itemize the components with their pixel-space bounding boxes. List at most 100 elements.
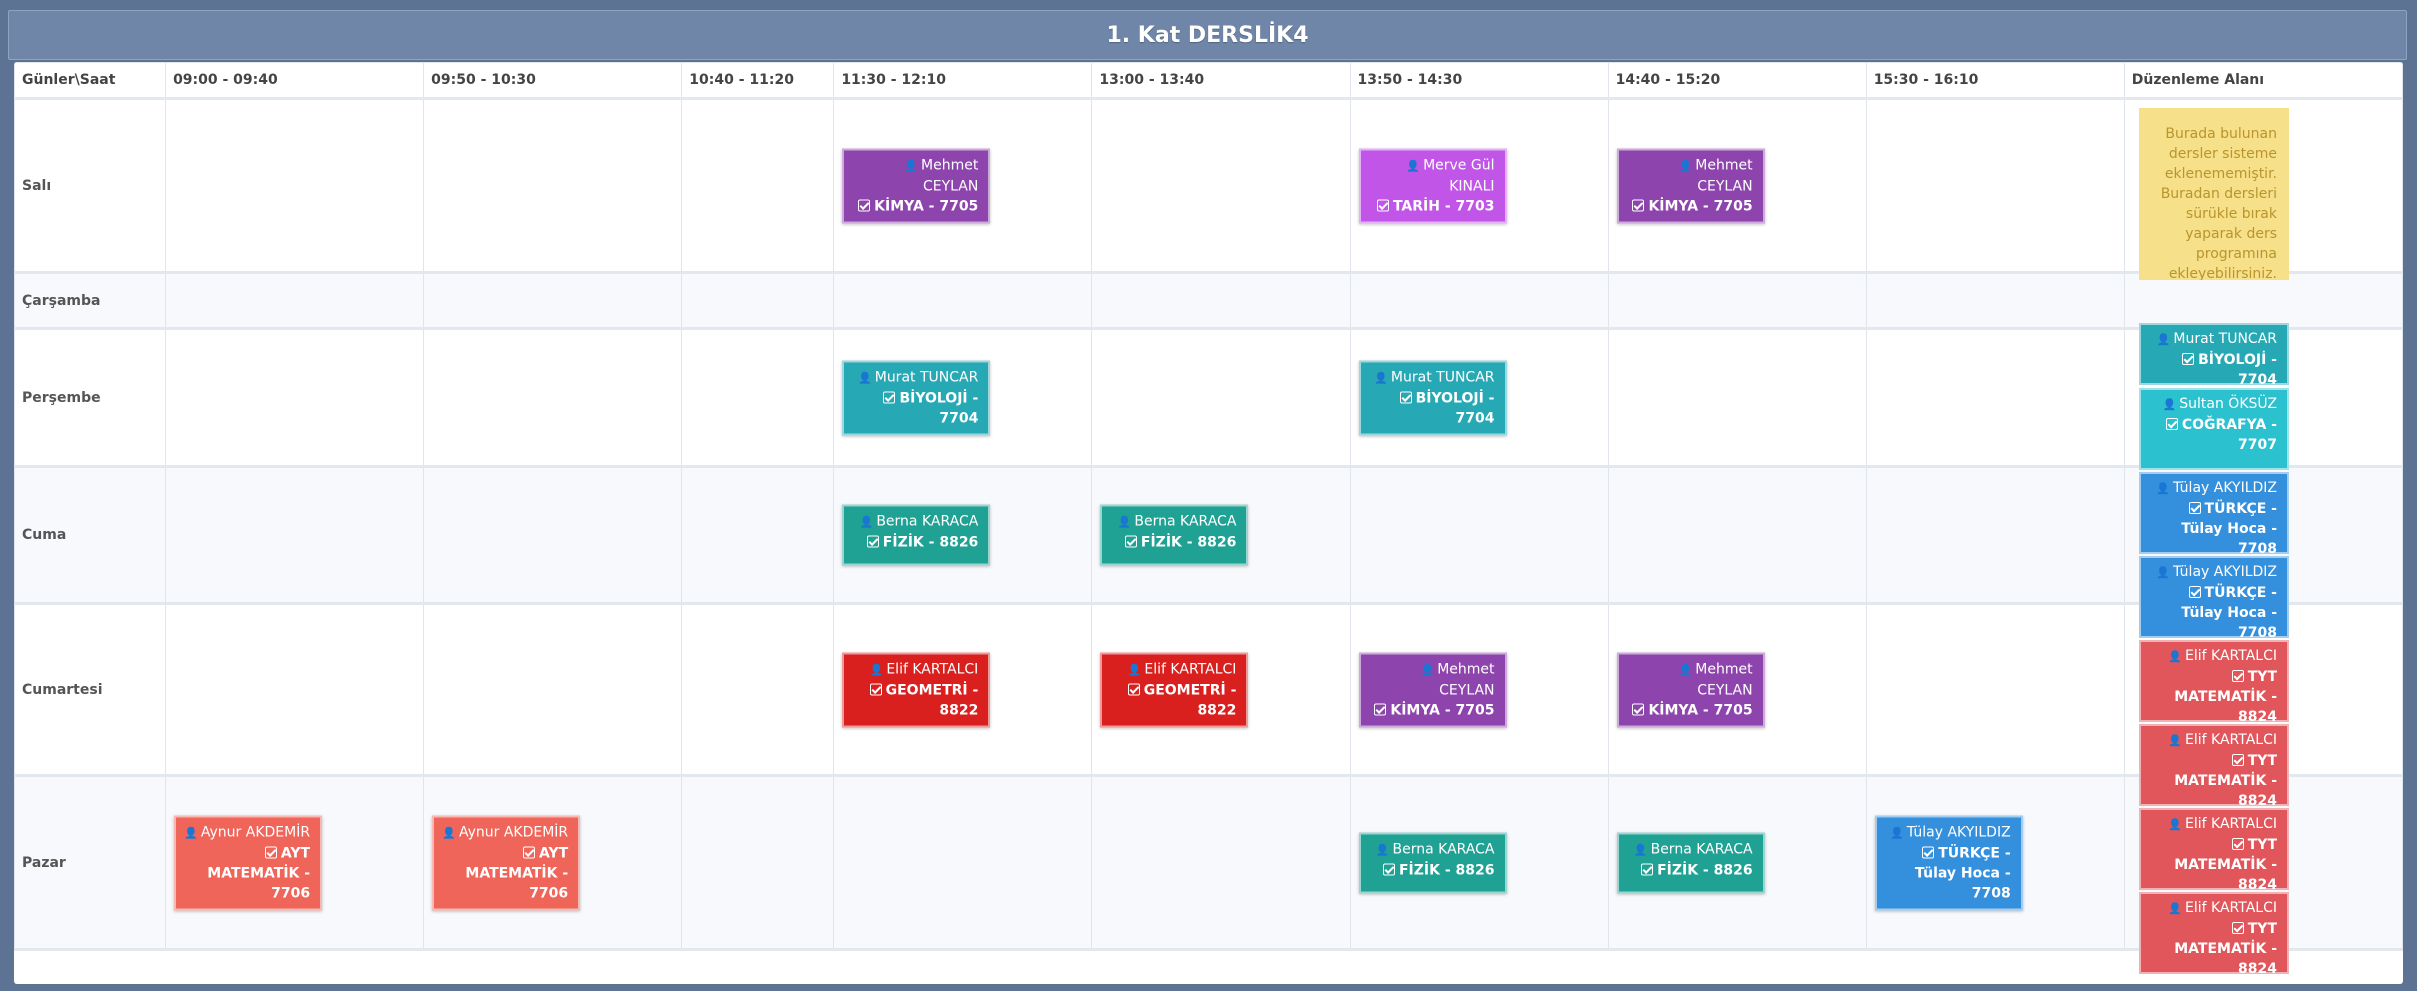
- edit-area-header: Düzenleme Alanı: [2123, 62, 2403, 100]
- lesson-card[interactable]: 👤 Elif KARTALCI GEOMETRİ - 8822: [842, 652, 991, 727]
- slot-cell[interactable]: [1091, 775, 1351, 950]
- user-icon: 👤: [1375, 843, 1390, 856]
- user-icon: 👤: [2168, 818, 2183, 831]
- slot-cell[interactable]: [423, 466, 683, 604]
- lesson-card[interactable]: 👤 Berna KARACA FİZİK - 8826: [1100, 504, 1249, 566]
- lesson-card[interactable]: 👤 Mehmet CEYLAN KİMYA - 7705: [1358, 652, 1507, 727]
- slot-cell[interactable]: [681, 328, 835, 467]
- corner-header: Günler\Saat: [14, 62, 167, 100]
- course-name: FİZİK - 8826: [882, 534, 979, 551]
- slot-cell[interactable]: 👤 Tülay AKYILDIZ TÜRKÇE - Tülay Hoca - 770…: [1865, 775, 2125, 950]
- slot-cell[interactable]: [423, 328, 683, 467]
- lesson-card[interactable]: 👤 Merve Gül KINALI TARİH - 7703: [1358, 148, 1507, 223]
- slot-cell[interactable]: [423, 272, 683, 329]
- course-label: TYT MATEMATİK - 8824: [2149, 835, 2277, 895]
- lesson-card[interactable]: 👤 Elif KARTALCI TYT MATEMATİK - 8824: [2139, 724, 2289, 809]
- day-row: Çarşamba: [14, 272, 2403, 329]
- slot-cell[interactable]: [1865, 603, 2125, 776]
- slot-cell[interactable]: [681, 272, 835, 329]
- slot-cell[interactable]: [1865, 272, 2125, 329]
- lesson-card[interactable]: 👤 Elif KARTALCI GEOMETRİ - 8822: [1100, 652, 1249, 727]
- check-square-icon: [2182, 353, 2195, 365]
- teacher-name: Murat TUNCAR: [874, 369, 979, 385]
- slot-cell[interactable]: [1865, 328, 2125, 467]
- slot-cell[interactable]: 👤 Elif KARTALCI GEOMETRİ - 8822: [1091, 603, 1351, 776]
- edit-area-cell[interactable]: [2123, 272, 2403, 329]
- lesson-card[interactable]: 👤 Murat TUNCAR BİYOLOJİ - 7704: [2139, 323, 2289, 388]
- slot-cell[interactable]: 👤 Berna KARACA FİZİK - 8826: [1607, 775, 1867, 950]
- slot-cell[interactable]: [165, 98, 425, 273]
- slot-cell[interactable]: 👤 Murat TUNCAR BİYOLOJİ - 7704: [1349, 328, 1609, 467]
- slot-cell[interactable]: [833, 272, 1093, 329]
- slot-cell[interactable]: [165, 328, 425, 467]
- slot-cell[interactable]: [1091, 98, 1351, 273]
- lesson-card[interactable]: 👤 Tülay AKYILDIZ TÜRKÇE - Tülay Hoca - 770…: [1874, 815, 2023, 910]
- lesson-card[interactable]: 👤 Murat TUNCAR BİYOLOJİ - 7704: [1358, 360, 1507, 435]
- lesson-card[interactable]: 👤 Sultan ÖKSÜZ COĞRAFYA - 7707: [2139, 388, 2289, 470]
- lesson-card[interactable]: 👤 Aynur AKDEMİR AYT MATEMATİK - 7706: [432, 815, 581, 910]
- course-label: FİZİK - 8826: [1110, 533, 1236, 553]
- slot-cell[interactable]: [165, 466, 425, 604]
- slot-cell[interactable]: 👤 Murat TUNCAR BİYOLOJİ - 7704: [833, 328, 1093, 467]
- slot-cell[interactable]: [165, 272, 425, 329]
- check-square-icon: [1632, 703, 1645, 715]
- lesson-card[interactable]: 👤 Aynur AKDEMİR AYT MATEMATİK - 7706: [174, 815, 323, 910]
- course-name: TYT MATEMATİK - 8824: [2174, 837, 2277, 893]
- slot-cell[interactable]: 👤 Aynur AKDEMİR AYT MATEMATİK - 7706: [423, 775, 683, 950]
- teacher-name: Berna KARACA: [1650, 841, 1753, 857]
- slot-cell[interactable]: 👤 Merve Gül KINALI TARİH - 7703: [1349, 98, 1609, 273]
- lesson-card[interactable]: 👤 Murat TUNCAR BİYOLOJİ - 7704: [842, 360, 991, 435]
- lesson-card[interactable]: 👤 Tülay AKYILDIZ TÜRKÇE - Tülay Hoca - 770…: [2139, 472, 2289, 557]
- lesson-card[interactable]: 👤 Tülay AKYILDIZ TÜRKÇE - Tülay Hoca - 770…: [2139, 556, 2289, 641]
- slot-cell[interactable]: [1607, 328, 1867, 467]
- slot-cell[interactable]: 👤 Berna KARACA FİZİK - 8826: [1091, 466, 1351, 604]
- slot-cell[interactable]: 👤 Berna KARACA FİZİK - 8826: [1349, 775, 1609, 950]
- lesson-card[interactable]: 👤 Berna KARACA FİZİK - 8826: [842, 504, 991, 566]
- slot-cell[interactable]: [1091, 328, 1351, 467]
- slot-cell[interactable]: [1607, 466, 1867, 604]
- slot-cell[interactable]: [423, 98, 683, 273]
- day-label: Cumartesi: [14, 603, 167, 776]
- course-name: GEOMETRİ - 8822: [1143, 682, 1237, 718]
- lesson-card[interactable]: 👤 Berna KARACA FİZİK - 8826: [1616, 832, 1765, 893]
- lesson-card[interactable]: 👤 Elif KARTALCI TYT MATEMATİK - 8824: [2139, 808, 2289, 893]
- course-label: FİZİK - 8826: [852, 533, 978, 553]
- course-label: AYT MATEMATİK - 7706: [184, 843, 310, 903]
- course-label: TYT MATEMATİK - 8824: [2149, 751, 2277, 811]
- lesson-card[interactable]: 👤 Elif KARTALCI TYT MATEMATİK - 8824: [2139, 640, 2289, 725]
- slot-cell[interactable]: 👤 Elif KARTALCI GEOMETRİ - 8822: [833, 603, 1093, 776]
- lesson-card[interactable]: 👤 Elif KARTALCI TYT MATEMATİK - 8824: [2139, 892, 2289, 977]
- teacher-name: Elif KARTALCI: [2185, 648, 2277, 664]
- slot-cell[interactable]: 👤 Mehmet CEYLAN KİMYA - 7705: [1607, 603, 1867, 776]
- slot-cell[interactable]: [1865, 98, 2125, 273]
- lesson-card[interactable]: 👤 Mehmet CEYLAN KİMYA - 7705: [1616, 148, 1765, 223]
- slot-header-5: 13:50 - 14:30: [1349, 62, 1609, 100]
- course-label: GEOMETRİ - 8822: [1110, 680, 1236, 720]
- slot-cell[interactable]: [1865, 466, 2125, 604]
- slot-cell[interactable]: [1349, 272, 1609, 329]
- slot-cell[interactable]: [1091, 272, 1351, 329]
- slot-cell[interactable]: [681, 603, 835, 776]
- slot-cell[interactable]: [165, 603, 425, 776]
- slot-cell[interactable]: [423, 603, 683, 776]
- slot-cell[interactable]: [681, 98, 835, 273]
- lesson-card[interactable]: 👤 Mehmet CEYLAN KİMYA - 7705: [842, 148, 991, 223]
- slot-cell[interactable]: [681, 775, 835, 950]
- slot-cell[interactable]: 👤 Berna KARACA FİZİK - 8826: [833, 466, 1093, 604]
- slot-cell[interactable]: [833, 775, 1093, 950]
- lesson-card[interactable]: 👤 Berna KARACA FİZİK - 8826: [1358, 832, 1507, 893]
- teacher-label: 👤 Aynur AKDEMİR: [442, 822, 568, 843]
- slot-cell[interactable]: [1607, 272, 1867, 329]
- slot-cell[interactable]: 👤 Mehmet CEYLAN KİMYA - 7705: [1607, 98, 1867, 273]
- user-icon: 👤: [859, 515, 874, 529]
- slot-cell[interactable]: 👤 Mehmet CEYLAN KİMYA - 7705: [1349, 603, 1609, 776]
- lesson-card[interactable]: 👤 Mehmet CEYLAN KİMYA - 7705: [1616, 652, 1765, 727]
- slot-cell[interactable]: 👤 Aynur AKDEMİR AYT MATEMATİK - 7706: [165, 775, 425, 950]
- teacher-label: 👤 Elif KARTALCI: [852, 659, 979, 680]
- course-label: BİYOLOJİ - 7704: [2149, 350, 2277, 390]
- day-row: Salı 👤 Mehmet CEYLAN KİMYA - 7705 👤 Merve Gül…: [14, 98, 2403, 273]
- slot-cell[interactable]: [681, 466, 835, 604]
- slot-cell[interactable]: 👤 Mehmet CEYLAN KİMYA - 7705: [833, 98, 1093, 273]
- slot-cell[interactable]: [1349, 466, 1609, 604]
- course-name: KİMYA - 7705: [1648, 198, 1753, 214]
